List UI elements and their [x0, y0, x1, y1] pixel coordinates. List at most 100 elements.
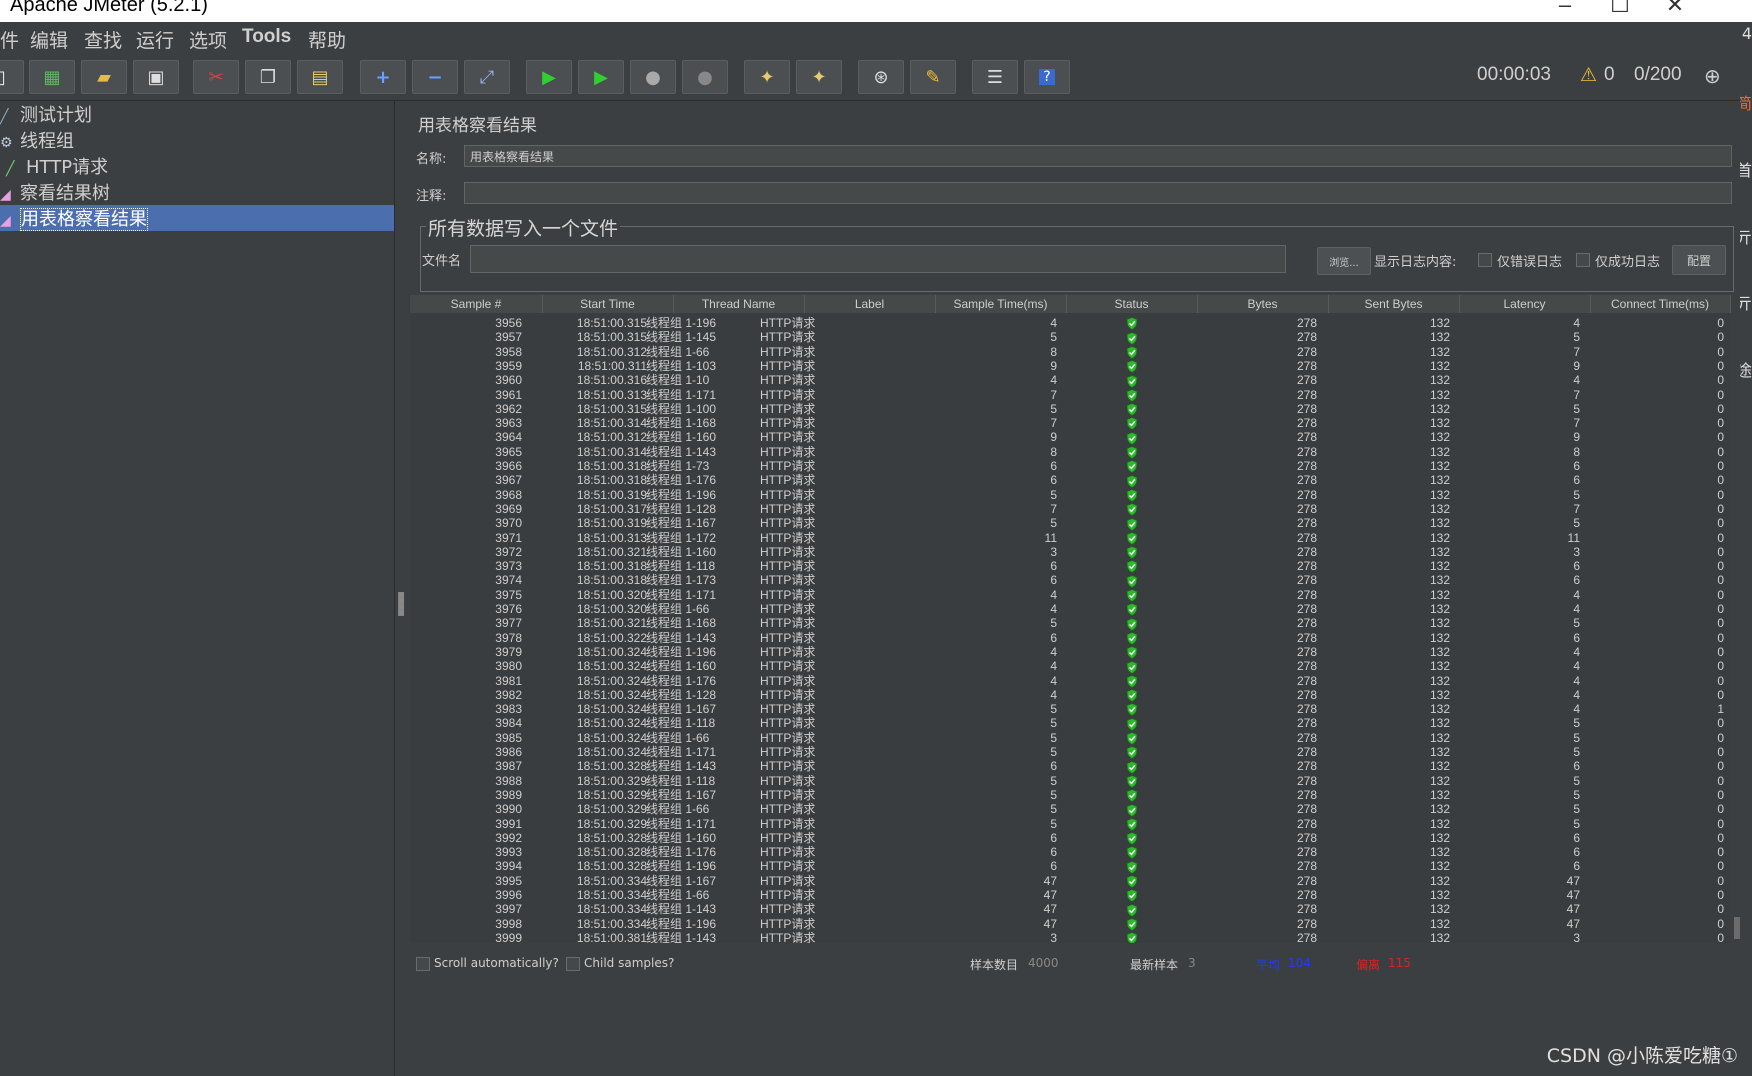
latest-sample-value: 3 — [1188, 956, 1196, 970]
col-header-start-time[interactable]: Start Time — [542, 295, 674, 313]
templates-icon[interactable]: ▦ — [29, 60, 75, 94]
paste-icon[interactable]: ▤ — [297, 60, 343, 94]
scrollbar-thumb[interactable] — [1734, 917, 1740, 939]
window-title: Apache JMeter (5.2.1) — [10, 0, 208, 16]
cell-bytes: 278 — [1296, 930, 1317, 943]
maximize-button[interactable]: ☐ — [1605, 0, 1635, 18]
test-plan-tree: ╱ 测试计划 ⚙ 线程组 ╱ HTTP请求 ◢ 察看结果树 ◢ 用表格察看结果 — [0, 101, 394, 1076]
start-icon[interactable]: ▶ — [526, 60, 572, 94]
gear-icon: ⚙ — [0, 135, 13, 151]
average-label: 平均 — [1256, 958, 1281, 972]
collapse-icon[interactable]: − — [412, 60, 458, 94]
test-plan-icon: ╱ — [0, 109, 9, 125]
thread-count: 0/200 — [1634, 64, 1682, 85]
tree-node-http-request[interactable]: ╱ HTTP请求 — [6, 153, 108, 179]
tree-node-test-plan[interactable]: ╱ 测试计划 — [0, 101, 92, 127]
listener-icon: ◢ — [0, 213, 11, 229]
filename-label: 文件名 — [422, 254, 462, 269]
table-results-panel: 用表格察看结果 名称: 用表格察看结果 注释: 所有数据写入一个文件 文件名 浏… — [406, 101, 1740, 1076]
expand-icon[interactable]: + — [360, 60, 406, 94]
shutdown-icon[interactable]: ● — [682, 60, 728, 94]
clear-all-icon[interactable]: ✦ — [796, 60, 842, 94]
table-scrollbar[interactable] — [1734, 313, 1740, 943]
minimize-button[interactable]: – — [1550, 0, 1580, 18]
comment-label: 注释: — [416, 189, 447, 204]
stop-icon[interactable]: ● — [630, 60, 676, 94]
menu-edit[interactable]: 编辑 — [30, 26, 68, 53]
remote-icon[interactable]: ⊕ — [1704, 64, 1721, 89]
clear-icon[interactable]: ✦ — [744, 60, 790, 94]
csdn-watermark: CSDN @小陈爱吃糖① — [1546, 1045, 1738, 1067]
write-to-file-title: 所有数据写入一个文件 — [426, 214, 621, 241]
cell-sent-bytes: 132 — [1429, 930, 1450, 943]
table-row[interactable]: 3999 18:51:00.381 线程组 1-143 HTTP请求 3 278 132 3 0 — [410, 930, 1730, 943]
warning-icon[interactable]: ⚠ — [1580, 64, 1597, 87]
cut-icon[interactable]: ✂ — [193, 60, 239, 94]
open-icon[interactable]: ▰ — [81, 60, 127, 94]
name-label: 名称: — [416, 152, 447, 167]
tree-node-thread-group[interactable]: ⚙ 线程组 — [0, 127, 74, 153]
menu-file[interactable]: 件 — [0, 26, 19, 53]
function-helper-icon[interactable]: ☰ — [972, 60, 1018, 94]
cell-status — [1066, 930, 1197, 943]
window-titlebar: Apache JMeter (5.2.1) – ☐ ✕ — [0, 0, 1752, 22]
errors-only-checkbox[interactable] — [1478, 253, 1492, 267]
warning-count: 0 — [1604, 64, 1615, 85]
toggle-icon[interactable]: ⤢ — [464, 60, 510, 94]
scroll-auto-label: Scroll automatically? — [434, 956, 559, 970]
cell-sample: 3999 — [495, 930, 522, 943]
save-icon[interactable]: ▣ — [133, 60, 179, 94]
col-header-status[interactable]: Status — [1066, 295, 1198, 313]
col-header-bytes[interactable]: Bytes — [1197, 295, 1329, 313]
average-value: 104 — [1288, 956, 1311, 970]
browse-button[interactable]: 浏览... — [1317, 247, 1371, 275]
configure-button[interactable]: 配置 — [1672, 245, 1726, 275]
cell-latency: 3 — [1573, 930, 1580, 943]
new-icon[interactable]: ▯ — [0, 60, 24, 94]
col-header-sample[interactable]: Sample # — [410, 295, 543, 313]
col-header-label[interactable]: Label — [804, 295, 936, 313]
child-samples-label: Child samples? — [584, 956, 675, 970]
deviation-value: 115 — [1388, 956, 1411, 970]
cell-sample-time: 3 — [1050, 930, 1057, 943]
log-content-label: 显示日志内容: — [1374, 255, 1457, 270]
scroll-auto-checkbox[interactable] — [416, 957, 430, 971]
reset-search-icon[interactable]: ✎ — [910, 60, 956, 94]
results-table-header: Sample # Start Time Thread Name Label Sa… — [410, 295, 1731, 313]
menu-options[interactable]: 选项 — [189, 26, 227, 53]
results-table-body[interactable]: 3956 18:51:00.315 线程组 1-196 HTTP请求 4 278 132 4 0… — [410, 313, 1730, 943]
col-header-thread-name[interactable]: Thread Name — [673, 295, 805, 313]
panel-title: 用表格察看结果 — [418, 116, 537, 136]
filename-input[interactable] — [470, 245, 1286, 273]
success-only-checkbox[interactable] — [1576, 253, 1590, 267]
col-header-connect-time[interactable]: Connect Time(ms) — [1590, 295, 1731, 313]
sample-count-value: 4000 — [1028, 956, 1059, 970]
edge-glyph: 4 — [1741, 24, 1752, 43]
toolbar: ▯ ▦ ▰ ▣ ✂ ❐ ▤ + − ⤢ ▶ ▶ ● ● ✦ ✦ ⊛ ✎ ☰ ? … — [0, 52, 1740, 101]
menu-help[interactable]: 帮助 — [308, 26, 346, 53]
col-header-sent-bytes[interactable]: Sent Bytes — [1328, 295, 1460, 313]
success-shield-icon — [1126, 932, 1137, 943]
start-no-pauses-icon[interactable]: ▶ — [578, 60, 624, 94]
child-samples-checkbox[interactable] — [566, 957, 580, 971]
menu-tools[interactable]: Tools — [242, 26, 291, 48]
tree-node-table-results[interactable]: ◢ 用表格察看结果 — [0, 205, 394, 231]
menu-run[interactable]: 运行 — [136, 26, 174, 53]
name-input[interactable]: 用表格察看结果 — [464, 145, 1732, 167]
cell-label: HTTP请求 — [760, 930, 816, 943]
tree-node-result-tree[interactable]: ◢ 察看结果树 — [0, 179, 110, 205]
help-icon[interactable]: ? — [1024, 60, 1070, 94]
table-footer: Scroll automatically? Child samples? 样本数… — [406, 949, 1740, 979]
menu-search[interactable]: 查找 — [84, 26, 122, 53]
col-header-sample-time[interactable]: Sample Time(ms) — [935, 295, 1067, 313]
deviation-label: 偏离 — [1356, 958, 1381, 972]
cell-connect-time: 0 — [1717, 930, 1724, 943]
copy-icon[interactable]: ❐ — [245, 60, 291, 94]
col-header-latency[interactable]: Latency — [1459, 295, 1591, 313]
close-button[interactable]: ✕ — [1660, 0, 1690, 18]
comment-input[interactable] — [464, 182, 1732, 204]
search-icon[interactable]: ⊛ — [858, 60, 904, 94]
sample-count-label: 样本数目 — [970, 958, 1019, 972]
splitter-grip-icon: ▪ ▪ ▪ ▪ — [397, 587, 406, 619]
menu-bar: 件 编辑 查找 运行 选项 Tools 帮助 — [0, 22, 1740, 52]
